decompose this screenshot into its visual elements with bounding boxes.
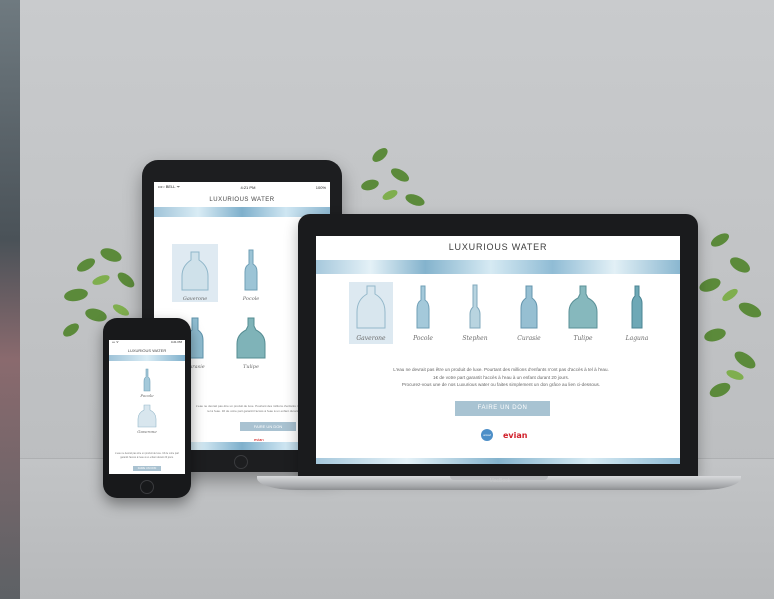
description-line: L'eau ne devrait pas être un produit de … (393, 367, 609, 372)
bottle-gallery: Gaverone Pocole Stephen Curasie Tulipe L… (349, 282, 669, 344)
tablet-home-button[interactable] (234, 455, 248, 469)
tablet-carrier: •••○ BELL ᯤ (158, 184, 181, 189)
background-photo-strip (0, 0, 20, 599)
phone-page-title: LUXURIOUS WATER (127, 348, 167, 353)
bottle-item-laguna[interactable]: Laguna (615, 282, 659, 344)
phone-bottle-label: Pocole (140, 393, 154, 398)
phone-status-bar: ••• ᯤ 4:21 PM (109, 340, 185, 346)
phone-description: L'eau ne devrait pas être un produit de … (115, 452, 179, 459)
phone-device: ••• ᯤ 4:21 PM LUXURIOUS WATER Pocole Gav… (103, 318, 191, 498)
phone-screen: ••• ᯤ 4:21 PM LUXURIOUS WATER Pocole Gav… (109, 340, 185, 474)
bottle-icon (244, 249, 258, 291)
bottle-icon (416, 285, 430, 329)
phone-carrier: ••• ᯤ (112, 340, 119, 344)
tablet-bottle-label: Pocole (242, 296, 260, 302)
bottle-icon (631, 285, 643, 329)
bottle-item-gaverone[interactable]: Gaverone (349, 282, 393, 344)
bottle-label: Tulipe (573, 335, 593, 342)
laptop-screen: LUXURIOUS WATER Gaverone Pocole Stephen … (316, 236, 680, 464)
wave-banner (316, 260, 680, 274)
tablet-donate-button[interactable]: FAIRE UN DON (240, 422, 296, 431)
bottle-label: Curasie (517, 335, 541, 342)
bottle-icon (469, 284, 481, 329)
wave-footer (316, 458, 680, 464)
tablet-time: 4:21 PM (240, 184, 256, 190)
tablet-page-title: LUXURIOUS WATER (209, 197, 275, 203)
bottle-label: Gaverone (356, 335, 386, 342)
bottle-icon (181, 251, 209, 291)
tablet-bottle-pocole[interactable]: Pocole (228, 244, 274, 302)
bottle-item-stephen[interactable]: Stephen (453, 282, 497, 344)
bottle-label: Pocole (413, 335, 433, 342)
phone-bottle-gaverone[interactable]: Gaverone (132, 404, 162, 434)
bottle-item-tulipe[interactable]: Tulipe (561, 282, 605, 344)
tablet-bottle-label: Gaverone (182, 296, 208, 302)
phone-bottle-label: Gaverone (137, 429, 157, 434)
bottle-item-curasie[interactable]: Curasie (507, 282, 551, 344)
bottle-icon (236, 317, 266, 359)
description-line: Procurez-vous une de nos Luxurious water… (401, 382, 601, 387)
partner-logos: unicef evian (481, 429, 541, 445)
bottle-item-pocole[interactable]: Pocole (401, 282, 445, 344)
tablet-status-bar: •••○ BELL ᯤ 4:21 PM 100% (154, 182, 330, 192)
bottle-icon (356, 285, 386, 329)
unicef-logo-icon: unicef (481, 429, 493, 441)
tablet-bottle-label: Tulipe (243, 364, 259, 370)
laptop-device: LUXURIOUS WATER Gaverone Pocole Stephen … (298, 214, 698, 476)
bottle-icon (143, 368, 151, 392)
bottle-icon (568, 285, 598, 329)
bottle-label: Laguna (625, 335, 649, 342)
donation-description: L'eau ne devrait pas être un produit de … (356, 366, 646, 389)
phone-donate-button[interactable]: FAIRE UN DON (133, 466, 161, 471)
phone-wave-banner (109, 355, 185, 361)
phone-time: 4:21 PM (170, 340, 182, 344)
bottle-icon (520, 285, 538, 329)
phone-bottle-pocole[interactable]: Pocole (132, 368, 162, 398)
laptop-brand-label: MacBook (489, 478, 511, 484)
tablet-bottle-gaverone[interactable]: Gaverone (172, 244, 218, 302)
donate-button[interactable]: FAIRE UN DON (455, 401, 550, 416)
bottle-label: Stephen (462, 335, 488, 342)
phone-home-button[interactable] (140, 480, 154, 494)
page-title: LUXURIOUS WATER (448, 242, 548, 252)
tablet-battery: 100% (315, 184, 326, 190)
bottle-icon (137, 404, 157, 428)
evian-logo: evian (503, 431, 528, 440)
tablet-bottle-tulipe[interactable]: Tulipe (228, 312, 274, 370)
description-line: 1€ de votre part garantit l'accès à l'ea… (432, 374, 570, 380)
